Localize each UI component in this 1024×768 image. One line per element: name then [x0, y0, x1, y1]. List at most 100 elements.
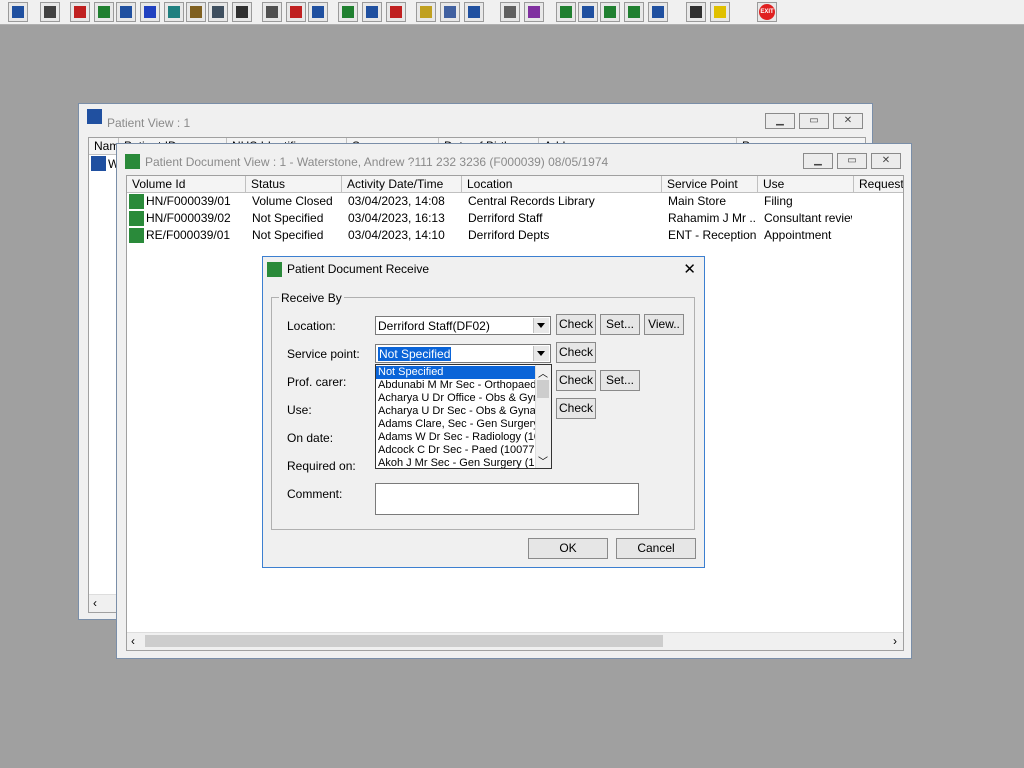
car-button[interactable]: [440, 2, 460, 22]
document-receive-dialog: Patient Document Receive ✕ Receive By Lo…: [262, 256, 705, 568]
table-cell: Filing: [764, 194, 793, 208]
report-button[interactable]: [362, 2, 382, 22]
map-button[interactable]: [338, 2, 358, 22]
scroll-left-arrow[interactable]: ‹: [93, 596, 97, 610]
book-button[interactable]: [70, 2, 90, 22]
letter-m-button[interactable]: [140, 2, 160, 22]
prof-carer-label: Prof. carer:: [287, 375, 347, 389]
swap-button[interactable]: [686, 2, 706, 22]
dropdown-option[interactable]: Abdunabi M Mr Sec - Orthopaedi: [376, 379, 538, 392]
dropdown-option[interactable]: Adcock C Dr Sec - Paed (10077: [376, 444, 538, 457]
main-toolbar: EXIT: [0, 0, 1024, 25]
alarm-button[interactable]: [386, 2, 406, 22]
service-point-combo[interactable]: Not Specified: [375, 344, 551, 363]
dropdown-option[interactable]: Not Specified: [376, 366, 538, 379]
column-header[interactable]: Name: [89, 138, 119, 155]
patient-row[interactable]: W: [89, 155, 119, 172]
monitor-icon: [266, 6, 278, 18]
close-button[interactable]: ✕: [833, 113, 863, 129]
dropdown-scrollbar[interactable]: ︿ ﹀: [535, 365, 551, 468]
download-icon: [628, 6, 640, 18]
scroll-down-arrow[interactable]: ﹀: [538, 453, 548, 468]
scroll-right-arrow[interactable]: ›: [893, 634, 897, 648]
download-button[interactable]: [624, 2, 644, 22]
clock-button[interactable]: [286, 2, 306, 22]
transfer-button[interactable]: [208, 2, 228, 22]
minimize-button[interactable]: ▁: [803, 153, 833, 169]
ok-button[interactable]: OK: [528, 538, 608, 559]
table-row[interactable]: RE/F000039/01 Not Specified 03/04/2023, 14…: [127, 227, 903, 244]
location-combo[interactable]: Derriford Staff(DF02): [375, 316, 551, 335]
patient-button[interactable]: [8, 2, 28, 22]
dropdown-option[interactable]: Acharya U Dr Sec - Obs & Gynae: [376, 405, 538, 418]
table-row[interactable]: HN/F000039/02 Not Specified 03/04/2023, 16…: [127, 210, 903, 227]
table-cell: Derriford Staff: [468, 211, 543, 225]
location-check-button[interactable]: Check: [556, 314, 596, 335]
document-icon: [504, 6, 516, 18]
comment-input[interactable]: [375, 483, 639, 515]
prof-carer-check-button[interactable]: Check: [556, 370, 596, 391]
note-button[interactable]: [186, 2, 206, 22]
doctor-button[interactable]: [164, 2, 184, 22]
flag-button[interactable]: [232, 2, 252, 22]
patient-icon: [87, 109, 102, 124]
exit-button[interactable]: EXIT: [757, 2, 777, 22]
globe-button[interactable]: [556, 2, 576, 22]
maximize-button[interactable]: ▭: [837, 153, 867, 169]
location-view-button[interactable]: View..: [644, 314, 684, 335]
table-cell: ENT - Reception: [668, 228, 756, 242]
minimize-button[interactable]: ▁: [765, 113, 795, 129]
location-label: Location:: [287, 319, 336, 333]
monitor-button[interactable]: [262, 2, 282, 22]
close-button[interactable]: ✕: [871, 153, 901, 169]
chart-button[interactable]: [524, 2, 544, 22]
service-point-dropdown-list[interactable]: Not Specified Abdunabi M Mr Sec - Orthopa…: [375, 364, 552, 469]
table-cell: Not Specified: [252, 228, 324, 242]
scroll-left-arrow[interactable]: ‹: [131, 634, 135, 648]
car-icon: [444, 6, 456, 18]
chevron-down-icon[interactable]: [533, 318, 549, 333]
scan-button[interactable]: [116, 2, 136, 22]
table-row[interactable]: HN/F000039/01 Volume Closed 03/04/2023, 14…: [127, 193, 903, 210]
chevron-down-icon[interactable]: [533, 346, 549, 361]
checklist-button[interactable]: [578, 2, 598, 22]
flag-icon: [236, 6, 248, 18]
close-icon[interactable]: ✕: [683, 260, 696, 278]
column-header[interactable]: Location: [462, 176, 662, 193]
column-header[interactable]: Service Point: [662, 176, 758, 193]
scroll-thumb[interactable]: [145, 635, 663, 647]
checklist-icon: [582, 6, 594, 18]
dropdown-option[interactable]: Acharya U Dr Office - Obs & Gyna: [376, 392, 538, 405]
table-cell: Derriford Depts: [468, 228, 550, 242]
service-point-check-button[interactable]: Check: [556, 342, 596, 363]
column-header[interactable]: Requeste: [854, 176, 903, 193]
use-check-button[interactable]: Check: [556, 398, 596, 419]
cancel-button[interactable]: Cancel: [616, 538, 696, 559]
print-button[interactable]: [40, 2, 60, 22]
check-button[interactable]: [600, 2, 620, 22]
location-set-button[interactable]: Set...: [600, 314, 640, 335]
document-button[interactable]: [500, 2, 520, 22]
ambulance-button[interactable]: [464, 2, 484, 22]
horizontal-scrollbar[interactable]: ‹ ›: [127, 632, 903, 650]
table-cell: RE/F000039/01: [146, 228, 231, 242]
warning-button[interactable]: [710, 2, 730, 22]
document-icon: [125, 154, 140, 169]
refresh-icon: [652, 6, 664, 18]
column-header[interactable]: Volume Id: [127, 176, 246, 193]
refresh-button[interactable]: [648, 2, 668, 22]
dropdown-option[interactable]: Adams Clare, Sec - Gen Surgery: [376, 418, 538, 431]
column-header[interactable]: Use: [758, 176, 854, 193]
edit-button[interactable]: [94, 2, 114, 22]
maximize-button[interactable]: ▭: [799, 113, 829, 129]
column-header[interactable]: Activity Date/Time: [342, 176, 462, 193]
scroll-thumb[interactable]: [537, 380, 549, 398]
window-button[interactable]: [308, 2, 328, 22]
column-header[interactable]: Status: [246, 176, 342, 193]
scroll-up-arrow[interactable]: ︿: [538, 365, 548, 380]
folder-button[interactable]: [416, 2, 436, 22]
dropdown-option[interactable]: Adams W Dr Sec - Radiology (10: [376, 431, 538, 444]
prof-carer-set-button[interactable]: Set...: [600, 370, 640, 391]
doctor-icon: [168, 6, 180, 18]
dropdown-option[interactable]: Akoh J Mr Sec - Gen Surgery (10: [376, 457, 538, 468]
